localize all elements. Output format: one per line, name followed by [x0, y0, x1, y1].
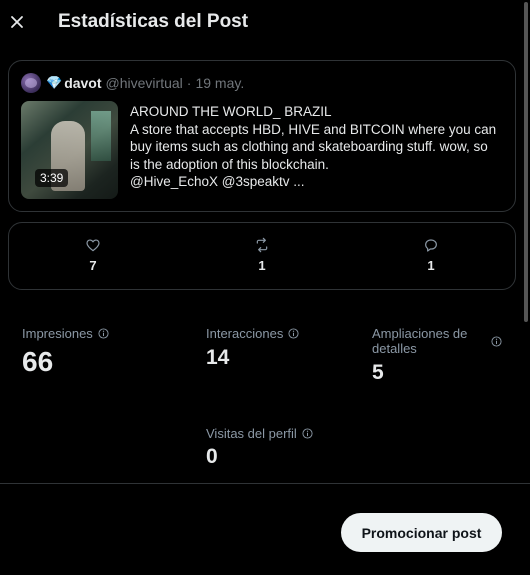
detail-expands-value: 5 — [372, 361, 384, 384]
close-icon — [11, 16, 23, 28]
impressions-label-row: Impresiones — [22, 326, 109, 341]
post-date: 19 may. — [195, 75, 245, 91]
meta-separator: · — [186, 75, 192, 91]
engagement-summary: 7 1 1 — [8, 222, 516, 290]
replies-stat: 1 — [411, 237, 451, 273]
video-thumbnail[interactable]: 3:39 — [21, 101, 118, 199]
impressions-label: Impresiones — [22, 326, 93, 341]
likes-count: 7 — [89, 258, 97, 273]
modal-header: Estadísticas del Post — [0, 0, 530, 46]
post-text-line: buy items such as clothing and skateboar… — [130, 139, 488, 154]
post-text: AROUND THE WORLD_ BRAZIL A store that ac… — [130, 103, 506, 191]
post-text-line: A store that accepts HBD, HIVE and BITCO… — [130, 121, 497, 137]
reply-icon — [425, 239, 437, 252]
post-text-line: is the adoption of this blockchain. — [130, 156, 329, 172]
author-name[interactable]: davot — [64, 75, 101, 91]
avatar[interactable] — [21, 73, 41, 93]
detail-expands-label-line: Ampliaciones de — [372, 326, 468, 341]
interactions-label-row: Interacciones — [206, 326, 299, 341]
profile-visits-label-row: Visitas del perfil — [206, 426, 313, 441]
info-icon[interactable] — [98, 328, 109, 339]
reposts-count: 1 — [258, 258, 266, 273]
post-preview-card[interactable]: 💎 davot @hivevirtual · 19 may. 3:39 AROU… — [8, 60, 516, 212]
author-handle[interactable]: @hivevirtual — [106, 75, 183, 91]
likes-stat: 7 — [73, 237, 113, 273]
post-text-line: @Hive_EchoX @3speaktv ... — [130, 174, 305, 189]
info-icon[interactable] — [302, 428, 313, 439]
replies-count: 1 — [427, 258, 435, 273]
page-title: Estadísticas del Post — [58, 11, 249, 32]
close-button[interactable] — [8, 8, 26, 36]
thumbnail-light — [91, 111, 111, 161]
detail-expands-label: Ampliaciones de detalles — [372, 326, 467, 356]
impressions-value: 66 — [22, 346, 54, 377]
info-icon[interactable] — [491, 336, 502, 347]
scrollbar[interactable] — [524, 2, 528, 322]
post-meta: 💎 davot @hivevirtual · 19 may. — [21, 73, 244, 93]
promote-post-button[interactable]: Promocionar post — [341, 513, 502, 552]
heart-icon — [86, 239, 100, 252]
video-duration-badge: 3:39 — [35, 169, 69, 187]
diamond-icon: 💎 — [46, 75, 63, 90]
footer-divider — [0, 483, 530, 484]
info-icon[interactable] — [288, 328, 299, 339]
post-text-line: AROUND THE WORLD_ BRAZIL — [130, 104, 332, 119]
profile-visits-value: 0 — [206, 445, 218, 468]
interactions-value: 14 — [206, 346, 230, 369]
profile-visits-label: Visitas del perfil — [206, 426, 297, 441]
reposts-stat: 1 — [242, 237, 282, 273]
repost-icon — [256, 237, 268, 253]
detail-expands-label-line: detalles — [372, 341, 417, 356]
interactions-label: Interacciones — [206, 326, 284, 341]
